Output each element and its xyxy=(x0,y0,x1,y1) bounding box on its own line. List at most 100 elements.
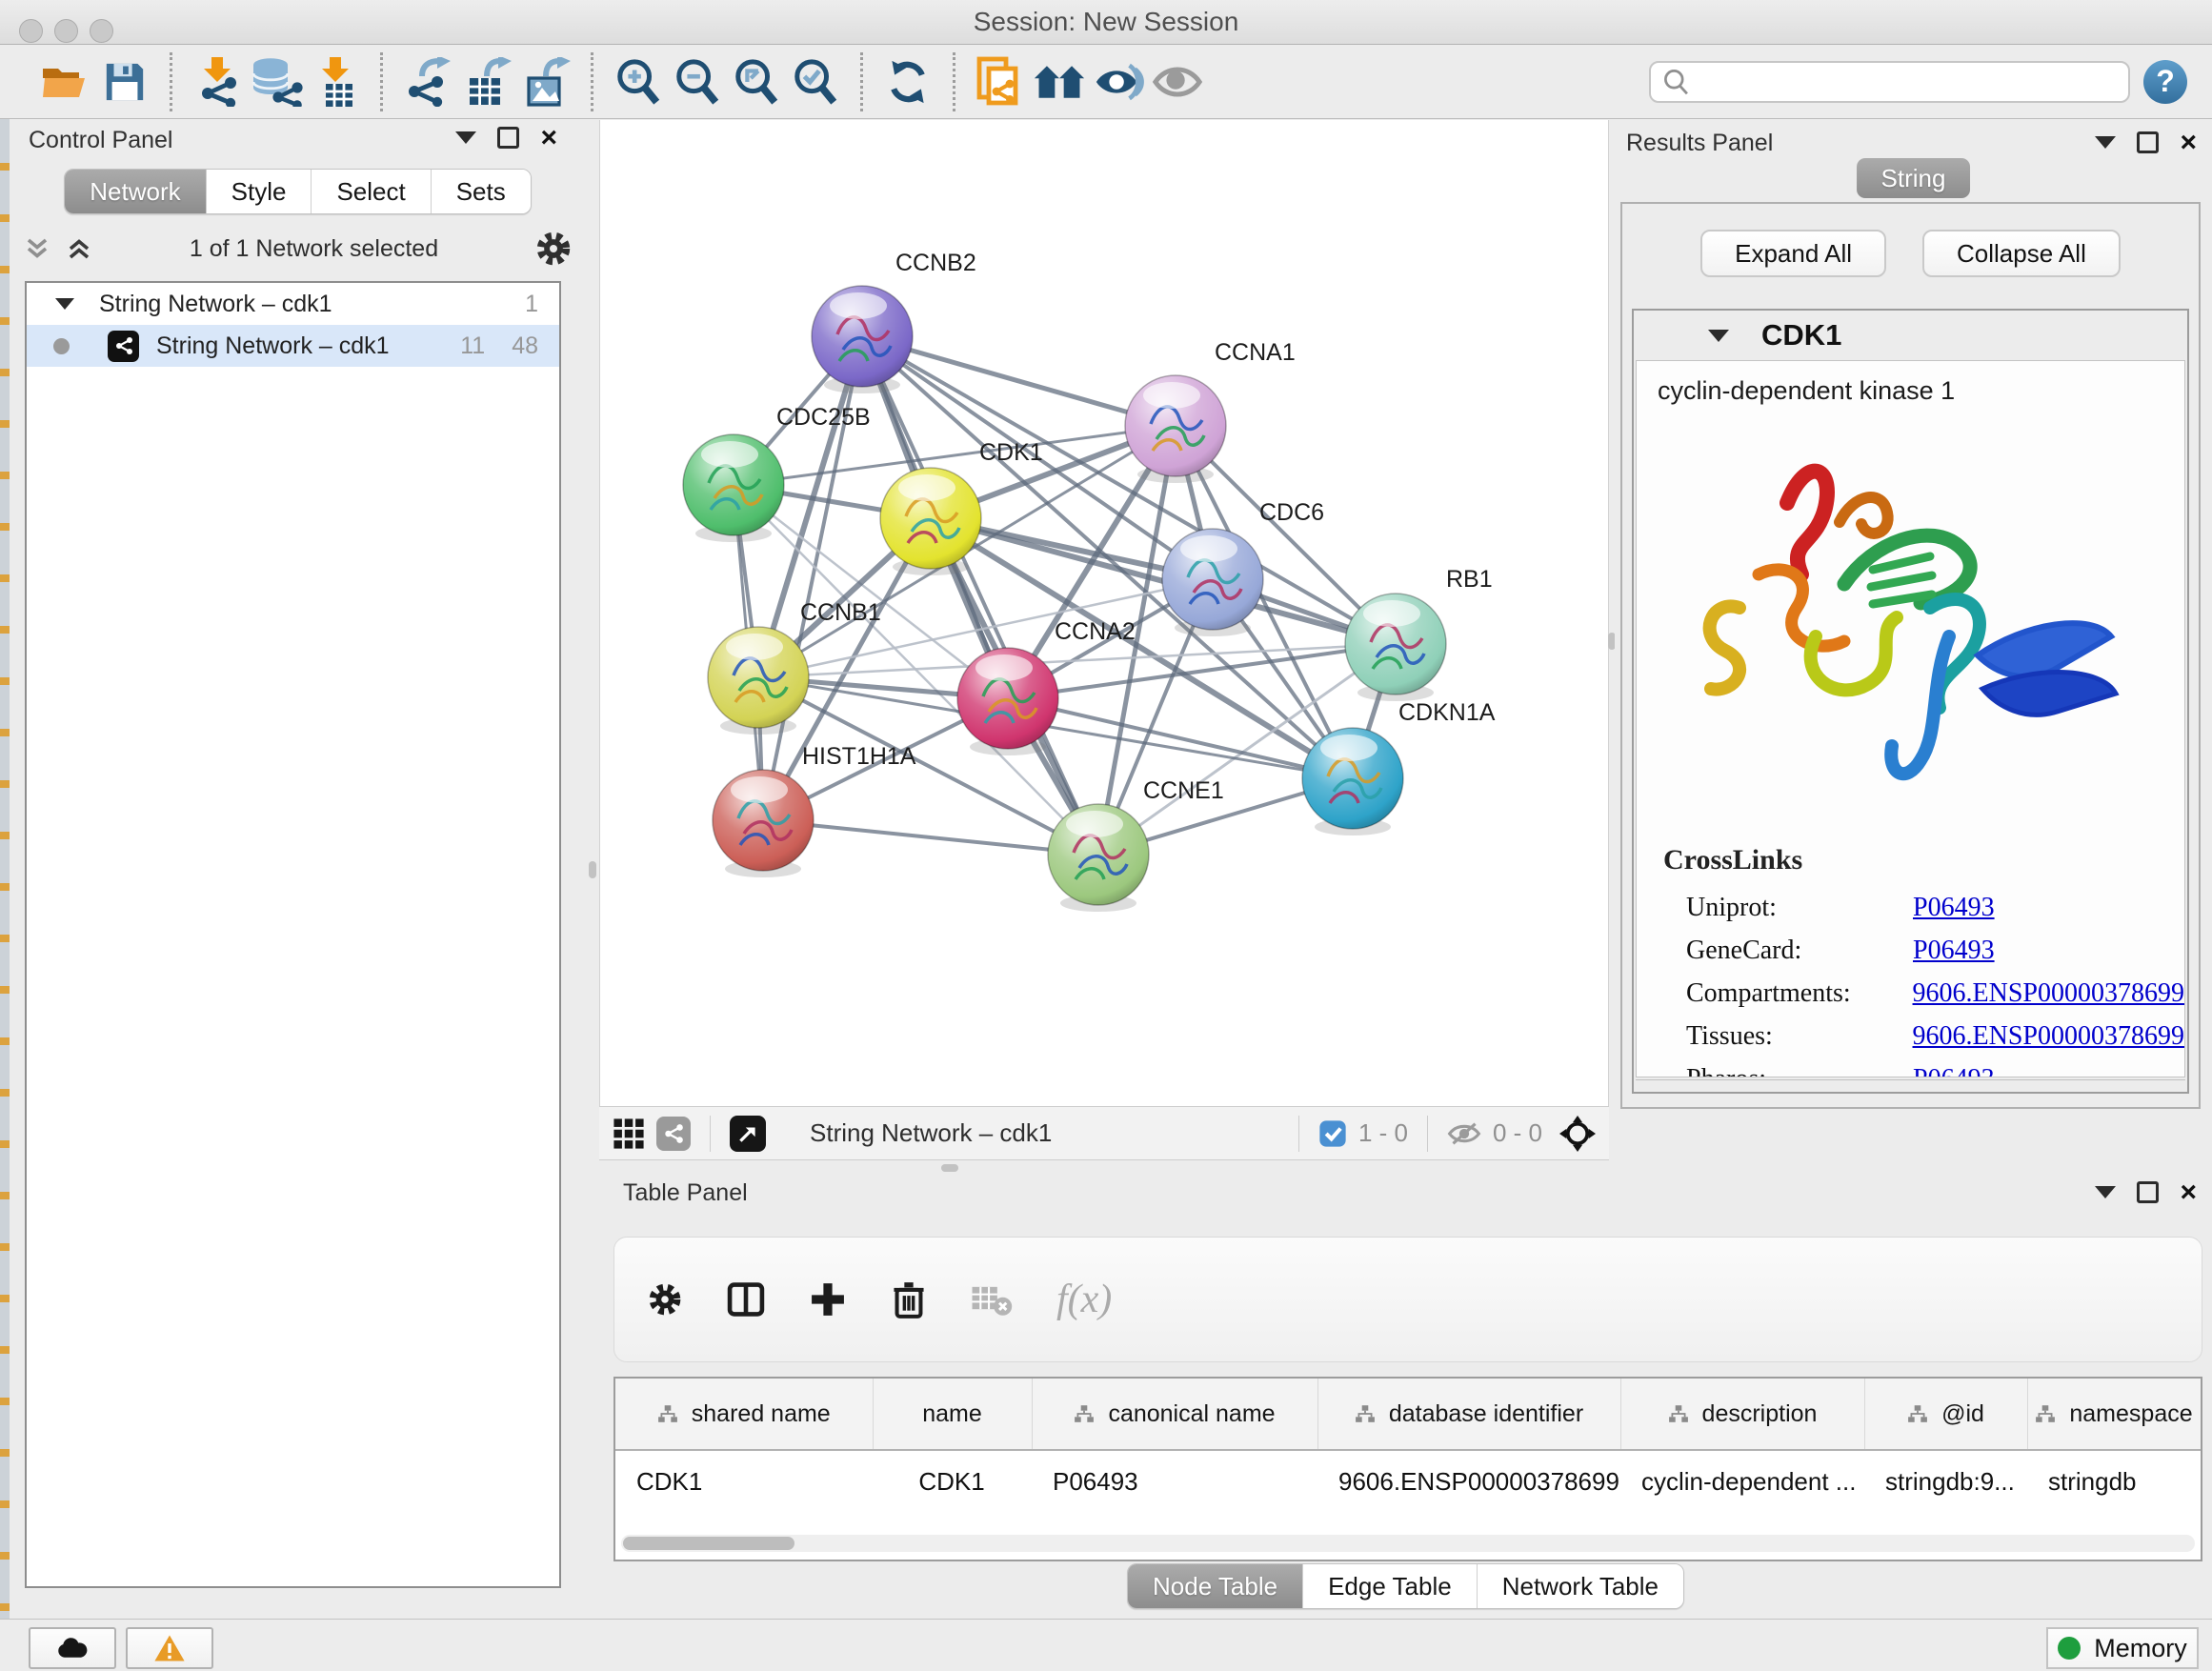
open-session-button[interactable] xyxy=(36,52,95,111)
network-node-RB1[interactable] xyxy=(1345,594,1446,701)
save-session-button[interactable] xyxy=(95,52,154,111)
apply-layout-button[interactable] xyxy=(878,52,937,111)
export-image-button[interactable] xyxy=(516,52,575,111)
table-cell[interactable]: stringdb xyxy=(2027,1450,2201,1512)
network-view-mode-icon[interactable] xyxy=(656,1117,691,1151)
search-input[interactable] xyxy=(1691,68,2128,96)
fit-content-crosshair-icon[interactable] xyxy=(1559,1116,1596,1152)
tab-network-table[interactable]: Network Table xyxy=(1478,1564,1683,1608)
column-header-name[interactable]: name xyxy=(873,1379,1032,1450)
float-panel-icon[interactable] xyxy=(2137,1181,2159,1203)
tab-select[interactable]: Select xyxy=(312,170,431,213)
show-all-button[interactable] xyxy=(1148,52,1207,111)
collapse-all-icon[interactable] xyxy=(23,234,51,263)
panel-menu-icon[interactable] xyxy=(2095,1186,2116,1198)
expand-all-icon[interactable] xyxy=(65,234,93,263)
zoom-selected-button[interactable] xyxy=(786,52,845,111)
crosslink-link[interactable]: P06493 xyxy=(1913,893,1995,923)
column-header--id[interactable]: @id xyxy=(1864,1379,2027,1450)
column-header-description[interactable]: description xyxy=(1620,1379,1864,1450)
expand-all-button[interactable]: Expand All xyxy=(1700,230,1886,277)
tab-sets[interactable]: Sets xyxy=(432,170,531,213)
close-panel-icon[interactable]: × xyxy=(540,128,557,149)
collapse-gene-icon[interactable] xyxy=(1708,330,1729,342)
network-node-CCNE1[interactable] xyxy=(1048,804,1149,912)
network-node-CCNA1[interactable] xyxy=(1125,375,1226,483)
table-cell[interactable]: P06493 xyxy=(1032,1450,1317,1512)
collapse-all-button[interactable]: Collapse All xyxy=(1922,230,2121,277)
tab-node-table[interactable]: Node Table xyxy=(1128,1564,1303,1608)
crosslink-label: Uniprot: xyxy=(1686,893,1913,923)
table-cell[interactable]: stringdb:9... xyxy=(1864,1450,2027,1512)
show-columns-icon[interactable] xyxy=(727,1280,765,1319)
zoom-fit-button[interactable] xyxy=(727,52,786,111)
hidden-eye-icon[interactable] xyxy=(1447,1119,1481,1148)
new-network-from-selection-button[interactable] xyxy=(971,52,1030,111)
collection-expand-icon[interactable] xyxy=(55,298,74,310)
crosslink-link[interactable]: P06493 xyxy=(1913,1064,1995,1078)
network-row-selected[interactable]: String Network – cdk1 11 48 xyxy=(27,325,559,367)
network-node-CCNB1[interactable] xyxy=(708,627,809,735)
export-network-button[interactable] xyxy=(398,52,457,111)
birds-eye-view-button[interactable] xyxy=(730,1116,766,1152)
horizontal-splitter-handle[interactable] xyxy=(941,1164,958,1172)
tab-string[interactable]: String xyxy=(1857,158,1971,198)
column-header-shared-name[interactable]: shared name xyxy=(615,1379,873,1450)
network-node-CDK1[interactable] xyxy=(880,468,981,575)
zoom-out-button[interactable] xyxy=(668,52,727,111)
window-title: Session: New Session xyxy=(0,0,2212,44)
table-cell[interactable]: cyclin-dependent ... xyxy=(1620,1450,1864,1512)
network-view-canvas[interactable]: CCNB2CCNA1CDC25BCDK1CDC6RB1CCNB1CCNA2CDK… xyxy=(599,120,1609,1106)
float-panel-icon[interactable] xyxy=(497,127,519,149)
close-panel-icon[interactable]: × xyxy=(2180,132,2197,153)
help-button[interactable]: ? xyxy=(2143,60,2187,104)
float-panel-icon[interactable] xyxy=(2137,131,2159,153)
import-table-file-button[interactable] xyxy=(306,52,365,111)
gene-description: cyclin-dependent kinase 1 xyxy=(1637,376,2184,406)
tab-edge-table[interactable]: Edge Table xyxy=(1303,1564,1478,1608)
import-network-database-button[interactable] xyxy=(247,52,306,111)
scrollbar-thumb[interactable] xyxy=(623,1537,794,1550)
panel-menu-icon[interactable] xyxy=(455,131,476,144)
column-header-database-identifier[interactable]: database identifier xyxy=(1317,1379,1620,1450)
left-splitter-handle[interactable] xyxy=(589,861,596,878)
toolbar-divider xyxy=(380,52,383,111)
import-network-file-button[interactable] xyxy=(188,52,247,111)
selected-checkbox-icon[interactable] xyxy=(1318,1119,1347,1148)
export-table-button[interactable] xyxy=(457,52,516,111)
column-header-namespace[interactable]: namespace xyxy=(2027,1379,2201,1450)
tab-network[interactable]: Network xyxy=(65,170,206,213)
table-horizontal-scrollbar[interactable] xyxy=(621,1535,2195,1552)
warning-button[interactable] xyxy=(126,1627,213,1669)
network-node-CDKN1A[interactable] xyxy=(1302,728,1403,836)
crosslink-link[interactable]: P06493 xyxy=(1913,936,1995,966)
hide-selected-button[interactable] xyxy=(1089,52,1148,111)
first-neighbors-button[interactable] xyxy=(1030,52,1089,111)
delete-column-icon[interactable] xyxy=(891,1279,927,1319)
add-column-icon[interactable] xyxy=(809,1280,847,1319)
crosslink-link[interactable]: 9606.ENSP00000378699 xyxy=(1913,1021,2184,1052)
table-row: CDK1CDK1P064939606.ENSP00000378699cyclin… xyxy=(615,1450,2201,1512)
network-edge-CCNB2-CCNE1[interactable] xyxy=(862,336,1098,855)
eye-icon xyxy=(1152,61,1203,103)
network-collection-row[interactable]: String Network – cdk1 1 xyxy=(27,283,559,325)
grid-mode-icon[interactable] xyxy=(613,1117,645,1150)
gear-icon[interactable] xyxy=(534,230,573,268)
zoom-in-button[interactable] xyxy=(609,52,668,111)
close-panel-icon[interactable]: × xyxy=(2180,1182,2197,1203)
network-edge-RB1-CCNA2[interactable] xyxy=(1008,644,1396,698)
toolbar-divider xyxy=(591,52,593,111)
network-node-CDC25B[interactable] xyxy=(683,434,784,542)
memory-button[interactable]: Memory xyxy=(2046,1627,2199,1669)
table-settings-gear-icon[interactable] xyxy=(647,1281,683,1318)
crosslink-link[interactable]: 9606.ENSP00000378699 xyxy=(1913,978,2184,1009)
panel-menu-icon[interactable] xyxy=(2095,136,2116,149)
gene-card-header[interactable]: CDK1 xyxy=(1634,311,2187,360)
network-node-HIST1H1A[interactable] xyxy=(713,770,814,877)
table-cell[interactable]: CDK1 xyxy=(615,1450,873,1512)
table-cell[interactable]: CDK1 xyxy=(873,1450,1032,1512)
column-header-canonical-name[interactable]: canonical name xyxy=(1032,1379,1317,1450)
cloud-button[interactable] xyxy=(29,1627,116,1669)
table-cell[interactable]: 9606.ENSP00000378699 xyxy=(1317,1450,1620,1512)
tab-style[interactable]: Style xyxy=(207,170,312,213)
